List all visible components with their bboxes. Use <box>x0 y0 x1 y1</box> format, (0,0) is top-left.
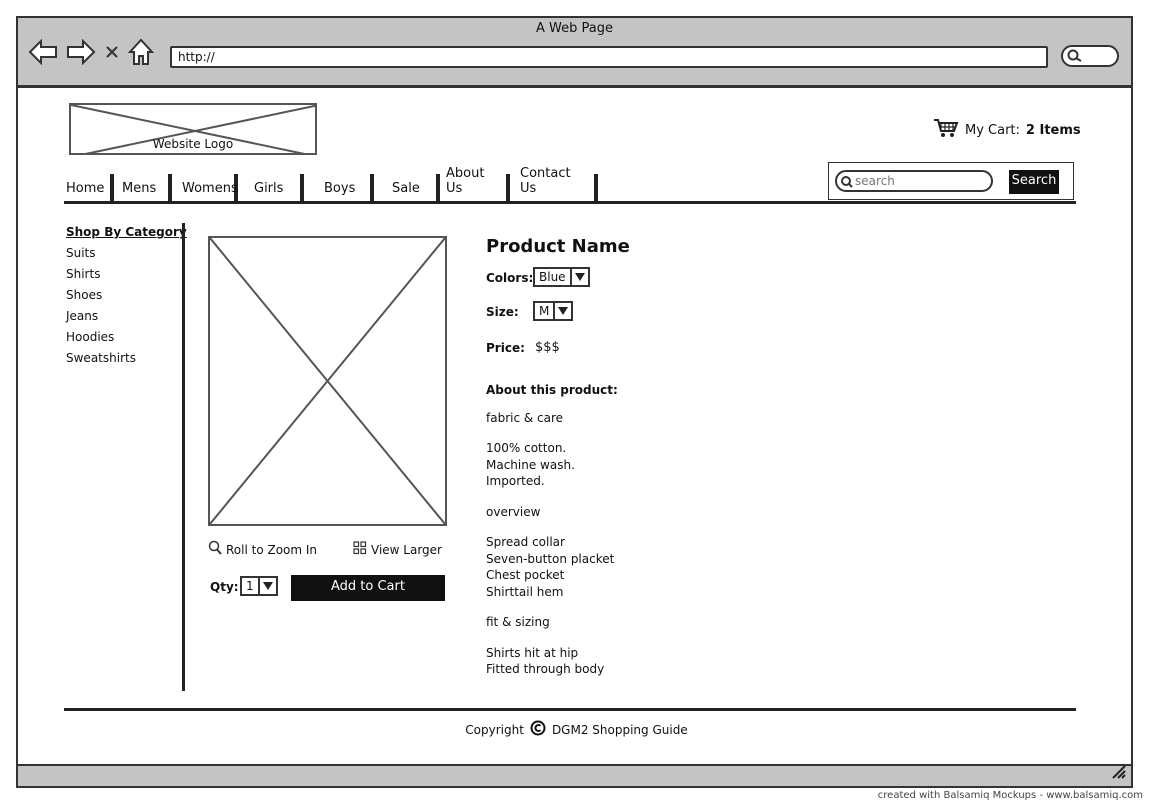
home-icon[interactable] <box>128 38 154 66</box>
size-value: M <box>535 303 556 319</box>
category-sidebar: Shop By Category Suits Shirts Shoes Jean… <box>66 225 187 372</box>
forward-arrow-icon[interactable] <box>66 39 96 65</box>
main-nav: Home Mens Womens Girls Boys Sale About U… <box>62 166 598 202</box>
search-button[interactable]: Search <box>1009 170 1059 194</box>
copyright-icon <box>530 720 546 739</box>
overview-line: Spread collar <box>486 535 565 549</box>
nav-womens[interactable]: Womens <box>172 174 238 202</box>
overview-heading: overview <box>486 504 541 519</box>
qty-select[interactable]: 1 <box>240 576 278 596</box>
nav-mens[interactable]: Mens <box>114 174 172 202</box>
site-search: search Search <box>828 162 1074 200</box>
add-to-cart-button[interactable]: Add to Cart <box>291 575 445 601</box>
overview-line: Shirttail hem <box>486 584 564 599</box>
fabric-heading: fabric & care <box>486 410 564 425</box>
resize-handle-icon[interactable] <box>1111 764 1127 784</box>
product-image[interactable] <box>208 236 447 526</box>
nav-girls[interactable]: Girls <box>238 174 304 202</box>
sidebar-item-sweatshirts[interactable]: Sweatshirts <box>66 351 187 367</box>
size-label: Size: <box>486 305 519 319</box>
browser-search-field[interactable] <box>1061 45 1119 67</box>
qty-label: Qty: <box>210 580 239 594</box>
browser-nav <box>28 38 154 66</box>
colors-label: Colors: <box>486 271 534 285</box>
copyright-owner: DGM2 Shopping Guide <box>551 722 688 737</box>
status-bar <box>18 764 1131 786</box>
search-placeholder: search <box>855 174 895 188</box>
chevron-down-icon[interactable] <box>555 307 571 315</box>
shopping-cart-icon <box>933 118 959 142</box>
product-name: Product Name <box>486 236 630 257</box>
search-icon <box>1067 49 1083 66</box>
footer: Copyright DGM2 Shopping Guide <box>18 720 1135 739</box>
nav-home[interactable]: Home <box>62 174 114 202</box>
zoom-label: Roll to Zoom In <box>226 542 318 557</box>
price-row: Price: $$$ <box>486 337 630 369</box>
copyright-prefix: Copyright <box>465 722 524 737</box>
price-label: Price: <box>486 341 525 355</box>
overview-line: Chest pocket <box>486 568 565 582</box>
sidebar-item-hoodies[interactable]: Hoodies <box>66 330 187 346</box>
about-heading: About this product: <box>486 383 618 397</box>
nav-sale[interactable]: Sale <box>374 174 440 202</box>
chevron-down-icon[interactable] <box>260 582 276 590</box>
product-details: Product Name Colors: Blue Size: M Price:… <box>486 236 630 369</box>
product-description: About this product: fabric & care 100% c… <box>486 382 618 678</box>
window-title: A Web Page <box>536 21 613 36</box>
website-logo[interactable]: Website Logo <box>69 103 317 155</box>
footer-divider <box>64 708 1076 711</box>
fabric-line: 100% cotton. <box>486 441 567 455</box>
magnifier-icon <box>208 540 222 559</box>
sidebar-divider <box>182 223 185 691</box>
fit-heading: fit & sizing <box>486 615 550 629</box>
expand-grid-icon <box>353 541 367 558</box>
sidebar-item-shoes[interactable]: Shoes <box>66 288 187 304</box>
price-value: $$$ <box>535 340 560 355</box>
search-icon <box>840 175 854 192</box>
sidebar-item-suits[interactable]: Suits <box>66 246 187 262</box>
cart-count: 2 Items <box>1025 122 1081 138</box>
fit-line: Fitted through body <box>486 662 605 676</box>
chevron-down-icon[interactable] <box>572 273 588 281</box>
search-input[interactable]: search <box>835 170 993 192</box>
back-arrow-icon[interactable] <box>28 39 58 65</box>
stop-icon[interactable] <box>104 44 120 60</box>
logo-label: Website Logo <box>152 137 234 151</box>
sidebar-item-jeans[interactable]: Jeans <box>66 309 187 325</box>
nav-boys[interactable]: Boys <box>304 174 374 202</box>
nav-about-us[interactable]: About Us <box>440 166 510 202</box>
sidebar-item-shirts[interactable]: Shirts <box>66 267 187 283</box>
roll-to-zoom-link[interactable]: Roll to Zoom In <box>208 540 317 559</box>
nav-divider <box>64 201 1076 204</box>
my-cart[interactable]: My Cart: 2 Items <box>933 118 1081 142</box>
color-value: Blue <box>535 269 572 285</box>
browser-window: A Web Page http:// Website Logo My Cart:… <box>16 16 1133 788</box>
fabric-line: Machine wash. <box>486 457 575 472</box>
color-select[interactable]: Blue <box>533 267 590 287</box>
view-larger-label: View Larger <box>371 542 442 557</box>
view-larger-link[interactable]: View Larger <box>353 541 442 558</box>
overview-line: Seven-button placket <box>486 551 615 566</box>
sidebar-heading[interactable]: Shop By Category <box>66 225 187 239</box>
colors-row: Colors: Blue <box>486 267 630 299</box>
browser-chrome: A Web Page http:// <box>18 18 1131 88</box>
nav-contact-us[interactable]: Contact Us <box>510 166 598 202</box>
balsamiq-credit: created with Balsamiq Mockups - www.bals… <box>877 790 1143 801</box>
fabric-line: Imported. <box>486 474 545 488</box>
qty-value: 1 <box>242 578 260 594</box>
url-input[interactable]: http:// <box>170 46 1048 68</box>
fit-line: Shirts hit at hip <box>486 645 579 660</box>
cart-label: My Cart: <box>965 122 1020 138</box>
size-row: Size: M <box>486 301 630 333</box>
size-select[interactable]: M <box>533 301 574 321</box>
